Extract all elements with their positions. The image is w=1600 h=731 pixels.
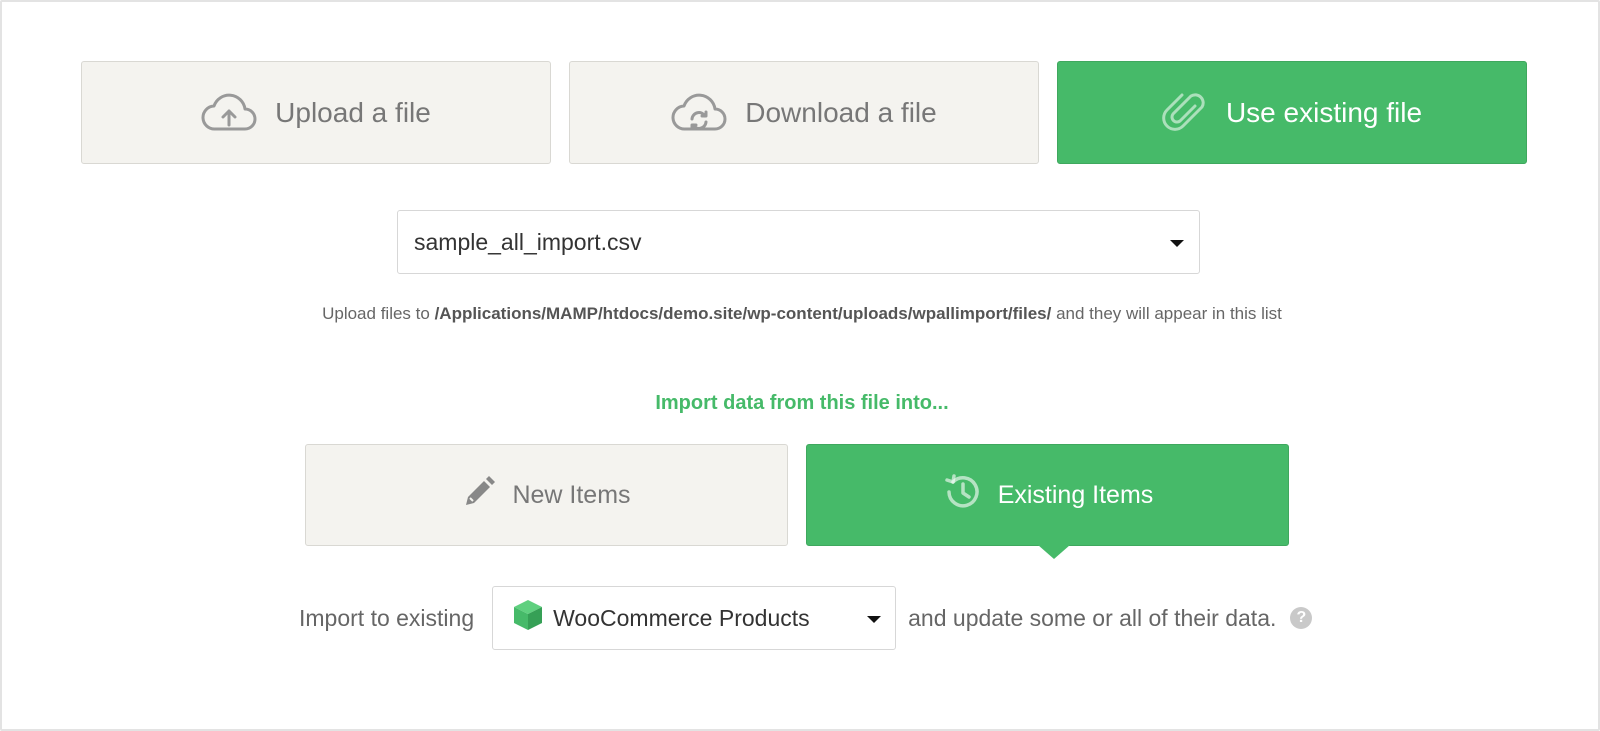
- hint-suffix: and they will appear in this list: [1056, 304, 1282, 323]
- import-target-row: Import to existing WooCommerce Products …: [299, 586, 1313, 650]
- post-type-select[interactable]: WooCommerce Products: [492, 586, 897, 650]
- import-section-title: Import data from this file into...: [655, 392, 949, 414]
- new-items-button[interactable]: New Items: [305, 444, 788, 546]
- import-to-existing-label: Import to existing: [299, 604, 475, 631]
- selected-file-value: sample_all_import.csv: [414, 228, 642, 255]
- cloud-sync-icon: [671, 91, 727, 135]
- update-data-label: and update some or all of their data.: [908, 604, 1277, 631]
- pencil-icon: [462, 475, 496, 516]
- import-panel: Upload a file Download a file Use existi…: [0, 0, 1600, 731]
- existing-file-select[interactable]: sample_all_import.csv: [397, 210, 1200, 274]
- existing-items-button[interactable]: Existing Items: [806, 444, 1289, 546]
- download-file-button[interactable]: Download a file: [569, 61, 1039, 164]
- chevron-down-icon: [867, 616, 882, 623]
- use-existing-file-label: Use existing file: [1225, 96, 1423, 128]
- cloud-upload-icon: [201, 91, 257, 135]
- hint-prefix: Upload files to: [322, 304, 430, 323]
- use-existing-file-button[interactable]: Use existing file: [1057, 61, 1527, 164]
- upload-path: /Applications/MAMP/htdocs/demo.site/wp-c…: [434, 304, 1052, 323]
- woocommerce-box-icon: [513, 599, 543, 637]
- paperclip-icon: [1162, 88, 1208, 138]
- download-file-label: Download a file: [745, 96, 937, 128]
- existing-items-label: Existing Items: [997, 480, 1154, 509]
- new-items-label: New Items: [512, 480, 631, 509]
- help-icon[interactable]: ?: [1290, 607, 1313, 629]
- upload-file-button[interactable]: Upload a file: [81, 61, 551, 164]
- active-mode-pointer: [1038, 545, 1070, 559]
- history-icon: [942, 472, 982, 519]
- post-type-value: WooCommerce Products: [553, 604, 810, 631]
- upload-file-label: Upload a file: [275, 96, 431, 128]
- upload-path-hint: Upload files to /Applications/MAMP/htdoc…: [2, 304, 1600, 324]
- chevron-down-icon: [1170, 240, 1184, 247]
